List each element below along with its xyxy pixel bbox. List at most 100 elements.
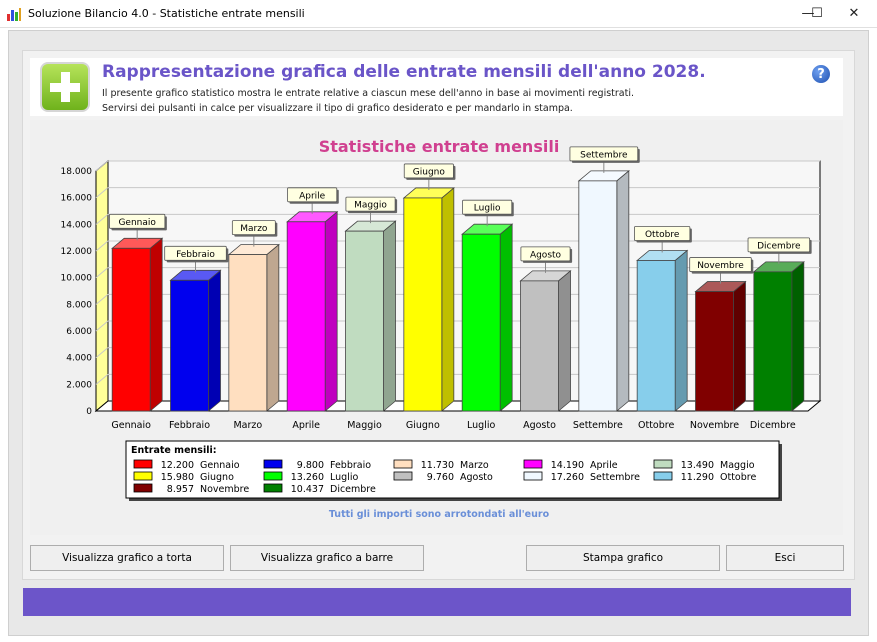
x-tick-label: Agosto (523, 420, 556, 431)
y-tick-label: 12.000 (61, 247, 93, 257)
legend-value: 13.490 (681, 460, 714, 471)
bar (111, 247, 151, 412)
bar-side (558, 270, 571, 412)
bar-side (791, 260, 805, 412)
status-bar (23, 588, 851, 616)
y-tick-label: 16.000 (61, 194, 93, 204)
y-tick-label: 6.000 (66, 327, 92, 337)
x-tick-label: Marzo (233, 420, 262, 431)
legend-label: Ottobre (720, 472, 756, 483)
legend-swatch (133, 459, 153, 469)
legend-value: 17.260 (551, 472, 584, 483)
bar (403, 197, 443, 412)
bar-label: Gennaio (118, 218, 156, 228)
legend-label: Novembre (200, 484, 249, 495)
bar (578, 180, 618, 412)
legend-value: 15.980 (161, 472, 194, 483)
legend-label: Dicembre (330, 484, 376, 495)
bar-label: Giugno (413, 167, 446, 177)
legend-swatch (393, 459, 413, 469)
legend-label: Febbraio (330, 460, 371, 471)
bar-label: Agosto (530, 250, 562, 260)
x-tick-label: Maggio (347, 420, 382, 431)
bar-side (208, 269, 221, 412)
legend-value: 13.260 (291, 472, 324, 483)
bar (286, 221, 326, 412)
bar-chart-button[interactable]: Visualizza grafico a barre (230, 545, 424, 571)
bar-label: Febbraio (176, 250, 215, 260)
legend-label: Maggio (720, 460, 755, 471)
bar-side (733, 280, 746, 412)
bar-label: Novembre (697, 261, 744, 271)
bar-label: Marzo (240, 224, 268, 234)
legend-swatch (523, 459, 543, 469)
legend-label: Luglio (330, 472, 358, 483)
legend-label: Settembre (590, 472, 640, 483)
bar-side (499, 223, 513, 412)
bar-label: Dicembre (757, 241, 801, 251)
legend-swatch (653, 459, 673, 469)
legend-swatch (263, 483, 283, 493)
y-tick-label: 18.000 (61, 167, 93, 177)
bar (753, 271, 793, 412)
legend-label: Agosto (460, 472, 493, 483)
legend-value: 9.800 (297, 460, 324, 471)
bar-side (383, 220, 396, 412)
bar (636, 260, 676, 412)
legend-value: 9.760 (427, 472, 454, 483)
bar-side (616, 170, 630, 412)
legend-value: 11.290 (681, 472, 714, 483)
legend-value: 12.200 (161, 460, 194, 471)
bar-side (149, 237, 163, 412)
bar-label: Ottobre (645, 230, 680, 240)
legend-label: Marzo (460, 460, 489, 471)
legend-swatch (523, 471, 543, 481)
bar (461, 233, 501, 412)
legend-value: 11.730 (421, 460, 454, 471)
chart-title: Statistiche entrate mensili (319, 137, 560, 156)
x-tick-label: Giugno (406, 420, 440, 431)
x-tick-label: Febbraio (169, 420, 210, 431)
bar (170, 279, 209, 412)
chart-note: Tutti gli importi sono arrotondati all'e… (329, 509, 550, 520)
bar (345, 230, 384, 412)
legend-swatch (263, 459, 283, 469)
legend-value: 8.957 (167, 484, 194, 495)
x-tick-label: Ottobre (638, 420, 674, 431)
bar-side (674, 249, 688, 412)
x-tick-label: Novembre (690, 420, 739, 431)
bar-label: Maggio (354, 201, 387, 211)
legend-swatch (393, 471, 413, 481)
bar-side (324, 210, 338, 412)
bar (228, 254, 268, 412)
x-tick-label: Dicembre (750, 420, 796, 431)
y-tick-label: 4.000 (66, 354, 92, 364)
y-tick-label: 0 (86, 407, 92, 417)
chart-left-wall (95, 159, 109, 413)
bar (520, 280, 559, 412)
bar-label: Luglio (474, 204, 501, 214)
x-tick-label: Luglio (467, 420, 495, 431)
pie-chart-button[interactable]: Visualizza grafico a torta (30, 545, 224, 571)
legend-value: 10.437 (291, 484, 324, 495)
y-tick-label: 8.000 (66, 300, 92, 310)
x-tick-label: Gennaio (111, 420, 151, 431)
y-tick-label: 14.000 (61, 220, 93, 230)
exit-button[interactable]: Esci (726, 545, 844, 571)
legend-title: Entrate mensili: (131, 445, 217, 456)
y-tick-label: 2.000 (66, 380, 92, 390)
legend-label: Giugno (200, 472, 234, 483)
legend-swatch (133, 483, 153, 493)
x-tick-label: Settembre (573, 420, 623, 431)
legend-swatch (263, 471, 283, 481)
bar-label: Aprile (299, 191, 326, 201)
bar (695, 291, 734, 412)
legend-label: Aprile (590, 460, 618, 471)
print-chart-button[interactable]: Stampa grafico (526, 545, 720, 571)
legend-swatch (133, 471, 153, 481)
x-tick-label: Aprile (292, 420, 320, 431)
bar-label: Settembre (580, 150, 628, 160)
bar-side (266, 243, 280, 412)
legend-value: 14.190 (551, 460, 584, 471)
legend-swatch (653, 471, 673, 481)
